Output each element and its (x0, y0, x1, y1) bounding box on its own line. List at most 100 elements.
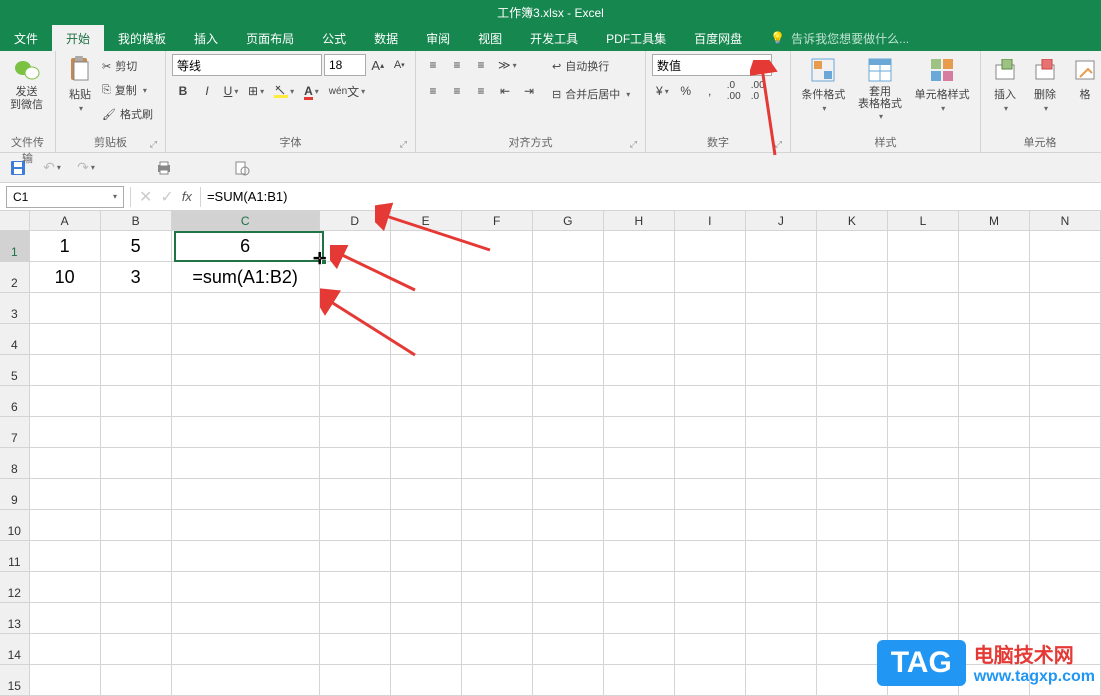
cell-C15[interactable] (172, 665, 320, 695)
cell-A4[interactable] (30, 324, 101, 354)
cell-N13[interactable] (1030, 603, 1101, 633)
cell-M12[interactable] (959, 572, 1030, 602)
tell-me[interactable]: 💡 告诉我您想要做什么... (770, 25, 909, 51)
cell-M6[interactable] (959, 386, 1030, 416)
row-header-3[interactable]: 3 (0, 293, 30, 323)
bold-button[interactable]: B (172, 80, 194, 102)
cell-B6[interactable] (101, 386, 172, 416)
conditional-format-button[interactable]: 条件格式▾ (797, 54, 849, 115)
increase-decimal-button[interactable]: .0.00 (723, 80, 745, 102)
spreadsheet-grid[interactable]: A B C D E F G H I J K L M N 11562103=sum… (0, 211, 1101, 696)
cell-M2[interactable] (959, 262, 1030, 292)
number-format-combo[interactable] (652, 54, 772, 76)
row-header-1[interactable]: 1 (0, 231, 30, 261)
cell-F13[interactable] (462, 603, 533, 633)
row-header-2[interactable]: 2 (0, 262, 30, 292)
comma-button[interactable]: , (699, 80, 721, 102)
cell-I4[interactable] (675, 324, 746, 354)
col-header-M[interactable]: M (959, 211, 1030, 230)
cell-E11[interactable] (391, 541, 462, 571)
cell-D6[interactable] (320, 386, 391, 416)
cell-N2[interactable] (1030, 262, 1101, 292)
cell-C14[interactable] (172, 634, 320, 664)
cell-C9[interactable] (172, 479, 320, 509)
cell-G1[interactable] (533, 231, 604, 261)
cell-J11[interactable] (746, 541, 817, 571)
cell-J8[interactable] (746, 448, 817, 478)
cell-D15[interactable] (320, 665, 391, 695)
fill-color-button[interactable]: ▾ (270, 80, 298, 102)
col-header-K[interactable]: K (817, 211, 888, 230)
orientation-button[interactable]: ≫▾ (494, 54, 521, 76)
cell-F5[interactable] (462, 355, 533, 385)
font-size-combo[interactable] (324, 54, 366, 76)
formula-input[interactable] (201, 183, 1101, 210)
cell-M4[interactable] (959, 324, 1030, 354)
cell-F4[interactable] (462, 324, 533, 354)
cell-K1[interactable] (817, 231, 888, 261)
cell-L2[interactable] (888, 262, 959, 292)
cell-B1[interactable]: 5 (101, 231, 172, 261)
cell-H14[interactable] (604, 634, 675, 664)
increase-indent-button[interactable]: ⇥ (518, 80, 540, 102)
tab-baidu[interactable]: 百度网盘 (680, 25, 756, 51)
name-box[interactable]: C1 ▾ (6, 186, 124, 208)
cell-F6[interactable] (462, 386, 533, 416)
col-header-A[interactable]: A (30, 211, 101, 230)
fill-handle[interactable] (321, 259, 327, 265)
cell-C4[interactable] (172, 324, 320, 354)
cell-D14[interactable] (320, 634, 391, 664)
cell-M7[interactable] (959, 417, 1030, 447)
cell-B7[interactable] (101, 417, 172, 447)
row-header-15[interactable]: 15 (0, 665, 30, 695)
col-header-J[interactable]: J (746, 211, 817, 230)
cell-C2[interactable]: =sum(A1:B2) (172, 262, 320, 292)
redo-button[interactable]: ↷▾ (76, 158, 96, 178)
cell-D5[interactable] (320, 355, 391, 385)
cell-M1[interactable] (959, 231, 1030, 261)
cell-D9[interactable] (320, 479, 391, 509)
cell-A9[interactable] (30, 479, 101, 509)
cell-C6[interactable] (172, 386, 320, 416)
cut-button[interactable]: ✂ 剪切 (102, 54, 153, 78)
cell-A11[interactable] (30, 541, 101, 571)
cell-F8[interactable] (462, 448, 533, 478)
cell-E12[interactable] (391, 572, 462, 602)
cell-styles-button[interactable]: 单元格样式▾ (911, 54, 974, 115)
cell-J10[interactable] (746, 510, 817, 540)
cell-G11[interactable] (533, 541, 604, 571)
cell-K8[interactable] (817, 448, 888, 478)
align-top-button[interactable]: ≡ (422, 54, 444, 76)
cell-N12[interactable] (1030, 572, 1101, 602)
insert-cells-button[interactable]: 插入▾ (987, 54, 1023, 115)
cell-I12[interactable] (675, 572, 746, 602)
cell-I2[interactable] (675, 262, 746, 292)
cell-H11[interactable] (604, 541, 675, 571)
dialog-launcher-icon[interactable]: ⤢ (630, 139, 637, 150)
cell-H6[interactable] (604, 386, 675, 416)
cell-B14[interactable] (101, 634, 172, 664)
cell-H2[interactable] (604, 262, 675, 292)
align-center-button[interactable]: ≡ (446, 80, 468, 102)
cell-N6[interactable] (1030, 386, 1101, 416)
cell-E5[interactable] (391, 355, 462, 385)
col-header-C[interactable]: C (172, 211, 320, 230)
row-header-6[interactable]: 6 (0, 386, 30, 416)
cell-L1[interactable] (888, 231, 959, 261)
cell-C5[interactable] (172, 355, 320, 385)
cell-G3[interactable] (533, 293, 604, 323)
cell-F2[interactable] (462, 262, 533, 292)
cell-M3[interactable] (959, 293, 1030, 323)
tab-review[interactable]: 审阅 (412, 25, 464, 51)
cell-C10[interactable] (172, 510, 320, 540)
format-painter-button[interactable]: 🖌 格式刷 (102, 102, 153, 126)
copy-button[interactable]: ⎘ 复制▾ (102, 78, 153, 102)
cell-E10[interactable] (391, 510, 462, 540)
delete-cells-button[interactable]: 删除▾ (1027, 54, 1063, 115)
format-as-table-button[interactable]: 套用 表格格式▾ (854, 54, 906, 123)
cell-G15[interactable] (533, 665, 604, 695)
tab-pagelayout[interactable]: 页面布局 (232, 25, 308, 51)
cell-L5[interactable] (888, 355, 959, 385)
cell-D2[interactable] (320, 262, 391, 292)
cell-I14[interactable] (675, 634, 746, 664)
